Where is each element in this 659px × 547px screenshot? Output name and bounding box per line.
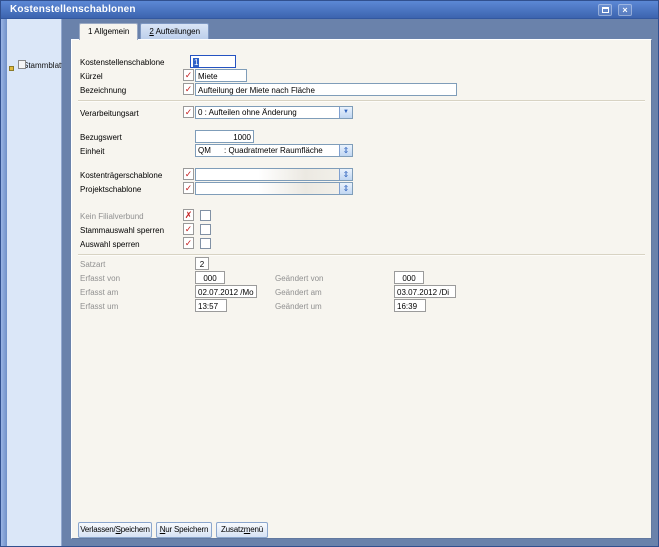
geaendert-am-value: 03.07.2012 /Di [394,285,456,298]
tab-page-allgemein: Kostenstellenschablone 1 Kürzel ✓ Miete … [71,39,652,539]
spinner-icon[interactable]: ⇕ [339,145,352,156]
kostenstellenschablone-input[interactable]: 1 [190,55,236,68]
erfasst-am-label: Erfasst am [80,287,118,298]
zusatzmenu-button[interactable]: Zusatzmenü [216,522,268,538]
kostenstellenschablone-value: 1 [193,58,199,67]
kostentraegerschablone-value [196,169,339,180]
stammauswahl-sperren-checkbox[interactable] [200,224,211,235]
satzart-label: Satzart [80,259,105,270]
close-icon: × [622,5,627,15]
sidebar-item-stammblatt[interactable]: Stammblatt [9,60,63,71]
kostenstellenschablone-label: Kostenstellenschablone [80,57,165,68]
separator [78,100,645,102]
close-button[interactable]: × [618,4,632,16]
einheit-code: QM [198,145,224,156]
sidebar: Stammblatt [7,19,62,546]
verarbeitungsart-dropdown[interactable]: 0 : Aufteilen ohne Änderung ▼ [195,106,353,119]
spinner-icon[interactable]: ⇕ [339,183,352,194]
kuerzel-check-icon[interactable]: ✓ [183,69,194,81]
auswahl-sperren-checkbox[interactable] [200,238,211,249]
projektschablone-combo[interactable]: ⇕ [195,182,353,195]
erfasst-um-label: Erfasst um [80,301,118,312]
kostentraegerschablone-combo[interactable]: ⇕ [195,168,353,181]
kein-filialverbund-cross-icon[interactable]: ✗ [183,209,194,221]
kostentraegerschablone-check-icon[interactable]: ✓ [183,168,194,180]
auswahl-sperren-check-icon[interactable]: ✓ [183,237,194,249]
app-window: Kostenstellenschablonen × Stammblatt 1 A… [0,0,659,547]
projektschablone-value [196,183,339,194]
geaendert-von-value: 000 [394,271,424,284]
bezeichnung-label: Bezeichnung [80,85,126,96]
bezeichnung-input[interactable]: Aufteilung der Miete nach Fläche [195,83,457,96]
dropdown-arrow-icon[interactable]: ▼ [339,107,352,118]
geaendert-um-value: 16:39 [394,299,426,312]
sidebar-item-label: Stammblatt [23,61,63,70]
kein-filialverbund-label: Kein Filialverbund [80,211,144,222]
erfasst-um-value: 13:57 [195,299,227,312]
title-bar: Kostenstellenschablonen × [1,1,658,19]
restore-button[interactable] [598,4,612,16]
bezugswert-input[interactable]: 1000 [195,130,254,143]
nur-speichern-button[interactable]: Nur Speichern [156,522,212,538]
stammauswahl-sperren-check-icon[interactable]: ✓ [183,223,194,235]
erfasst-am-value: 02.07.2012 /Mo [195,285,257,298]
bezugswert-label: Bezugswert [80,132,122,143]
verlassen-speichern-button[interactable]: Verlassen/Speichern [78,522,152,538]
main-area: 1 Allgemein 2 Aufteilungen Kostenstellen… [62,19,658,546]
erfasst-von-value: 000 [195,271,225,284]
satzart-value: 2 [195,257,209,270]
kostentraegerschablone-label: Kostenträgerschablone [80,170,162,181]
window-controls: × [598,4,632,16]
restore-icon [602,7,609,13]
tab-aufteilungen[interactable]: 2 Aufteilungen [140,23,209,39]
einheit-label: Einheit [80,146,104,157]
auswahl-sperren-label: Auswahl sperren [80,239,140,250]
spinner-icon[interactable]: ⇕ [339,169,352,180]
kuerzel-label: Kürzel [80,71,103,82]
bezeichnung-check-icon[interactable]: ✓ [183,83,194,95]
projektschablone-label: Projektschablone [80,184,141,195]
geaendert-am-label: Geändert am [275,287,322,298]
einheit-value: : Quadratmeter Raumfläche [224,146,323,155]
tab-allgemein[interactable]: 1 Allgemein [79,23,138,40]
stammauswahl-sperren-label: Stammauswahl sperren [80,225,164,236]
verarbeitungsart-check-icon[interactable]: ✓ [183,106,194,118]
tab-bar: 1 Allgemein 2 Aufteilungen [79,23,211,40]
geaendert-von-label: Geändert von [275,273,323,284]
einheit-combo[interactable]: QM: Quadratmeter Raumfläche ⇕ [195,144,353,157]
erfasst-von-label: Erfasst von [80,273,120,284]
separator [78,254,645,256]
kein-filialverbund-checkbox[interactable] [200,210,211,221]
stammblatt-icon [9,60,20,71]
verarbeitungsart-value: 0 : Aufteilen ohne Änderung [196,107,339,118]
geaendert-um-label: Geändert um [275,301,322,312]
kuerzel-input[interactable]: Miete [195,69,247,82]
window-title: Kostenstellenschablonen [1,4,136,15]
verarbeitungsart-label: Verarbeitungsart [80,108,139,119]
projektschablone-check-icon[interactable]: ✓ [183,182,194,194]
